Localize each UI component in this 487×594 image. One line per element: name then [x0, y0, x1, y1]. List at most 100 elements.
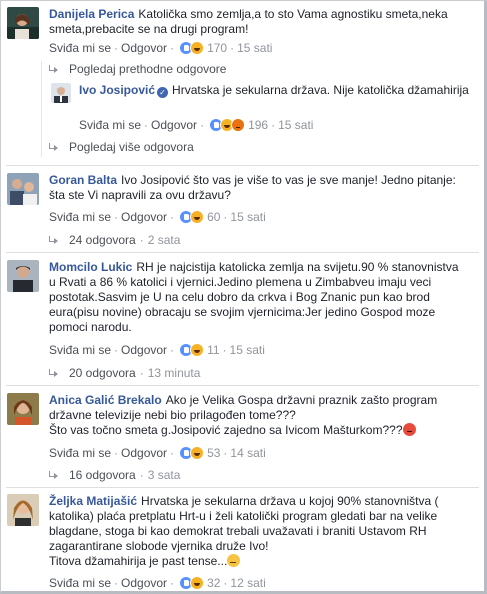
- comment-actions: Sviđa mi se · Odgovor · 32 · 12 sati: [49, 575, 266, 591]
- reply-button[interactable]: Odgovor: [121, 41, 167, 55]
- reply-button[interactable]: Odgovor: [121, 576, 167, 590]
- comment-actions: Sviđa mi se · Odgovor · 53 · 14 sati: [49, 445, 266, 461]
- separator: ·: [139, 468, 144, 482]
- avatar[interactable]: [51, 83, 71, 103]
- timestamp[interactable]: 12 sati: [230, 576, 265, 590]
- like-button[interactable]: Sviđa mi se: [49, 446, 111, 460]
- comment-actions: Sviđa mi se · Odgovor · 60 · 15 sati: [49, 209, 266, 225]
- view-previous-replies[interactable]: Pogledaj prethodne odgovore: [49, 62, 226, 76]
- reactions[interactable]: [179, 210, 205, 224]
- reaction-count: 170: [207, 41, 228, 55]
- author-name[interactable]: Danijela Perica: [49, 7, 134, 21]
- timestamp[interactable]: 15 sati: [237, 41, 272, 55]
- comment-text: Hrvatska je sekularna država. Nije katol…: [172, 83, 469, 97]
- comment-actions: Sviđa mi se · Odgovor · 196 · 15 sati: [79, 117, 313, 133]
- replies-time: 3 sata: [147, 468, 181, 482]
- like-button[interactable]: Sviđa mi se: [49, 343, 111, 357]
- angry-emoji-icon: [402, 423, 416, 436]
- reply-arrow-icon: [49, 236, 59, 244]
- replies-link[interactable]: 24 odgovora · 2 sata: [49, 233, 180, 247]
- separator: ·: [114, 210, 119, 224]
- avatar[interactable]: [7, 393, 39, 425]
- like-button[interactable]: Sviđa mi se: [49, 576, 111, 590]
- thread-line: [41, 61, 42, 157]
- reply-button[interactable]: Odgovor: [151, 118, 197, 132]
- haha-reaction-icon: [190, 576, 205, 590]
- author-name[interactable]: Ivo Josipović: [79, 83, 155, 97]
- divider: [6, 165, 479, 166]
- reply-arrow-icon: [49, 369, 59, 377]
- divider: [6, 385, 479, 386]
- author-name[interactable]: Goran Balta: [49, 173, 117, 187]
- separator: ·: [223, 576, 228, 590]
- reply-button[interactable]: Odgovor: [121, 343, 167, 357]
- separator: ·: [170, 446, 175, 460]
- separator: ·: [223, 446, 228, 460]
- comment: Željka Matijašić Hrvatska je sekularna dr…: [7, 494, 478, 590]
- comment-text-line-2: Titova džamahirija je past tense...: [49, 554, 228, 568]
- comment-body: Goran Balta Ivo Josipović što vas je više…: [49, 173, 474, 203]
- reaction-count: 11: [207, 343, 220, 357]
- separator: ·: [170, 210, 175, 224]
- timestamp[interactable]: 15 sati: [230, 343, 265, 357]
- like-button[interactable]: Sviđa mi se: [49, 41, 111, 55]
- comments-panel: Danijela Perica Katolička smo zemlja,a to…: [0, 0, 487, 594]
- comment-body: Ivo Josipović ✓ Hrvatska je sekularna drža…: [79, 83, 474, 98]
- reply-arrow-icon: [49, 143, 59, 151]
- separator: ·: [114, 41, 119, 55]
- replies-count: 20 odgovora: [69, 366, 136, 380]
- avatar[interactable]: [7, 173, 39, 205]
- separator: ·: [114, 446, 119, 460]
- reactions[interactable]: [179, 41, 205, 55]
- replies-count: 16 odgovora: [69, 468, 136, 482]
- comment: Goran Balta Ivo Josipović što vas je više…: [7, 173, 478, 225]
- haha-reaction-icon: [190, 41, 205, 55]
- separator: ·: [114, 343, 119, 357]
- like-button[interactable]: Sviđa mi se: [49, 210, 111, 224]
- separator: ·: [139, 366, 144, 380]
- reaction-count: 196: [248, 118, 269, 132]
- avatar[interactable]: [7, 260, 39, 292]
- comment-text-line-2: Što vas točno smeta g.Josipović zajedno …: [49, 423, 403, 437]
- reaction-count: 53: [207, 446, 221, 460]
- author-name[interactable]: Anica Galić Brekalo: [49, 393, 162, 407]
- reactions[interactable]: [179, 446, 205, 460]
- timestamp[interactable]: 15 sati: [278, 118, 313, 132]
- avatar[interactable]: [7, 7, 39, 39]
- view-more-replies[interactable]: Pogledaj više odgovora: [49, 140, 194, 154]
- timestamp[interactable]: 14 sati: [230, 446, 265, 460]
- separator: ·: [170, 576, 175, 590]
- replies-link[interactable]: 20 odgovora · 13 minuta: [49, 366, 200, 380]
- comment-actions: Sviđa mi se · Odgovor · 11 · 15 sati: [49, 342, 265, 358]
- comment: Momcilo Lukic RH je najcistija katolicka …: [7, 260, 478, 360]
- author-name[interactable]: Željka Matijašić: [49, 494, 137, 508]
- reply-button[interactable]: Odgovor: [121, 210, 167, 224]
- separator: ·: [139, 233, 144, 247]
- avatar[interactable]: [7, 494, 39, 526]
- comment: Anica Galić Brekalo Ako je Velika Gospa d…: [7, 393, 478, 463]
- comment-actions: Sviđa mi se · Odgovor · 170 · 15 sati: [49, 40, 272, 56]
- view-more-label: Pogledaj više odgovora: [69, 140, 194, 154]
- replies-link[interactable]: 16 odgovora · 3 sata: [49, 468, 180, 482]
- comment-body: Anica Galić Brekalo Ako je Velika Gospa d…: [49, 393, 462, 438]
- replies-time: 2 sata: [147, 233, 181, 247]
- reaction-count: 32: [207, 576, 221, 590]
- comment-body: Željka Matijašić Hrvatska je sekularna dr…: [49, 494, 466, 569]
- haha-reaction-icon: [190, 446, 205, 460]
- reply-arrow-icon: [49, 65, 59, 73]
- reply-arrow-icon: [49, 471, 59, 479]
- reactions[interactable]: [209, 118, 246, 132]
- separator: ·: [230, 41, 235, 55]
- like-button[interactable]: Sviđa mi se: [79, 118, 141, 132]
- comment-body: Danijela Perica Katolička smo zemlja,a to…: [49, 7, 474, 37]
- reactions[interactable]: [179, 576, 205, 590]
- author-name[interactable]: Momcilo Lukic: [49, 260, 132, 274]
- reply-button[interactable]: Odgovor: [121, 446, 167, 460]
- reactions[interactable]: [179, 343, 205, 357]
- separator: ·: [200, 118, 205, 132]
- divider: [6, 252, 479, 253]
- replies-time: 13 minuta: [147, 366, 201, 380]
- separator: ·: [222, 343, 227, 357]
- timestamp[interactable]: 15 sati: [230, 210, 265, 224]
- comment-body: Momcilo Lukic RH je najcistija katolicka …: [49, 260, 468, 335]
